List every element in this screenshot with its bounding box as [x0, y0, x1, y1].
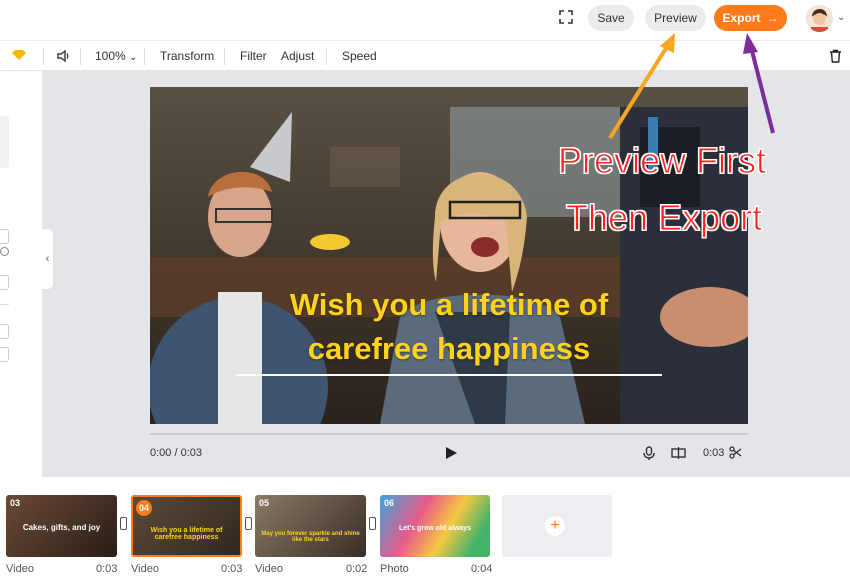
clip-caption: Let's grow old always [398, 525, 472, 532]
clip-duration: 0:04 [471, 563, 493, 575]
caption-underline [236, 374, 662, 376]
clip-number: 06 [384, 498, 395, 508]
timeline-clip[interactable]: 03 Cakes, gifts, and joy [6, 495, 117, 557]
clip-caption: Cakes, gifts, and joy [22, 523, 101, 532]
collapse-panel-button[interactable]: ‹ [42, 228, 54, 290]
panel-input[interactable] [0, 275, 9, 290]
panel-input[interactable] [0, 229, 9, 244]
divider [0, 304, 9, 305]
slider-knob[interactable] [0, 247, 9, 256]
orange-arrowhead [660, 33, 675, 53]
plus-icon[interactable]: + [545, 516, 565, 536]
transition-handle[interactable] [120, 517, 127, 530]
panel-input[interactable] [0, 324, 9, 339]
clip-caption: Wish you a lifetime of carefree happines… [150, 527, 223, 541]
caption-line-2[interactable]: carefree happiness [150, 331, 748, 367]
timeline-clip-selected[interactable]: 04 Wish you a lifetime of carefree happi… [131, 495, 242, 557]
clip-duration: 0:03 [221, 563, 243, 575]
panel-input[interactable] [0, 347, 9, 362]
clip-duration: 0:03 [703, 447, 725, 459]
clip-type: Video [131, 563, 159, 575]
transition-handle[interactable] [245, 517, 252, 530]
current-time: 0:00 / 0:03 [150, 447, 202, 459]
progress-bar[interactable] [150, 433, 748, 435]
clip-duration: 0:02 [346, 563, 368, 575]
clip-caption: May you forever sparkle and shine like t… [261, 531, 360, 543]
clip-type: Photo [380, 563, 409, 575]
aspect-ratio-icon[interactable] [671, 446, 686, 460]
timeline-clip[interactable]: 06 Let's grow old always [380, 495, 490, 557]
purple-arrowhead [743, 33, 758, 54]
scissors-icon[interactable] [729, 446, 742, 459]
annotation-line-2: Then Export [565, 197, 763, 239]
timeline: 03 Cakes, gifts, and joy Video 0:03 04 W… [0, 477, 850, 579]
chevron-left-icon: ‹ [45, 253, 50, 265]
clip-number: 03 [10, 498, 21, 508]
clip-number: 04 [136, 500, 152, 516]
transition-handle[interactable] [369, 517, 376, 530]
purple-arrow [749, 46, 775, 134]
clip-type: Video [255, 563, 283, 575]
timeline-clip[interactable]: 05 May you forever sparkle and shine lik… [255, 495, 366, 557]
microphone-icon[interactable] [642, 446, 656, 461]
clip-number: 05 [259, 498, 270, 508]
play-icon[interactable] [444, 446, 458, 460]
clip-type: Video [6, 563, 34, 575]
orange-arrow [608, 43, 670, 140]
caption-line-1[interactable]: Wish you a lifetime of [150, 287, 748, 323]
clip-duration: 0:03 [96, 563, 118, 575]
annotation-arrows [608, 33, 775, 140]
